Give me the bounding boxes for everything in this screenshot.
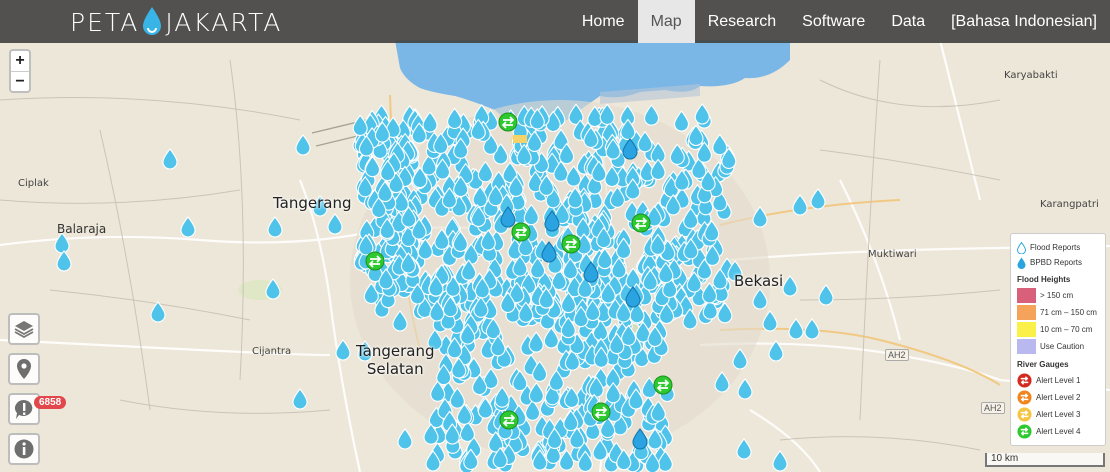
place-tangerang-selatan-line2: Selatan	[366, 360, 424, 378]
river-gauge-marker[interactable]	[561, 234, 581, 254]
river-gauge-marker[interactable]	[498, 112, 518, 132]
legend-height-label: 10 cm – 70 cm	[1040, 325, 1093, 334]
legend-height-row: > 150 cm	[1017, 287, 1099, 304]
brand-text-left: PETA	[70, 7, 140, 37]
nav-map[interactable]: Map	[637, 0, 695, 43]
legend-gauge-label: Alert Level 2	[1036, 393, 1081, 402]
river-gauge-marker[interactable]	[631, 213, 651, 233]
highway-shield-ah2: AH2	[885, 349, 909, 361]
zoom-in-button[interactable]: +	[11, 51, 29, 71]
legend-height-row: Use Caution	[1017, 338, 1099, 355]
legend-height-label: Use Caution	[1040, 342, 1085, 351]
locate-button[interactable]	[8, 353, 40, 385]
report-count-badge: 6858	[34, 396, 67, 409]
bpbd-report-drop-icon	[1017, 257, 1026, 269]
zoom-out-button[interactable]: −	[11, 71, 29, 91]
height-swatch-caution	[1017, 339, 1036, 354]
place-muktiwari: Muktiwari	[868, 249, 917, 260]
layers-icon	[14, 321, 34, 339]
info-icon	[14, 439, 34, 459]
place-bekasi: Bekasi	[734, 272, 784, 290]
map-canvas[interactable]: Karyabakti Ciplak Balaraja Tangerang Kar…	[0, 0, 1110, 472]
river-gauge-marker[interactable]	[591, 402, 611, 422]
legend-gauge-row: Alert Level 3	[1017, 406, 1099, 423]
water-drop-logo-icon	[143, 7, 162, 35]
basemap	[0, 0, 1110, 472]
gauge-alert-1-icon	[1017, 373, 1032, 388]
legend-bpbd-reports: BPBD Reports	[1017, 255, 1099, 270]
river-gauge-marker[interactable]	[365, 251, 385, 271]
legend-gauge-row: Alert Level 2	[1017, 389, 1099, 406]
legend-flood-reports: Flood Reports	[1017, 240, 1099, 255]
nav-software[interactable]: Software	[789, 0, 878, 43]
map-pin-icon	[17, 359, 31, 379]
nav-language[interactable]: [Bahasa Indonesian]	[938, 0, 1110, 43]
flood-area-marker[interactable]	[513, 135, 527, 143]
height-swatch-over-150	[1017, 288, 1036, 303]
zoom-control: + −	[9, 49, 31, 93]
gauge-alert-2-icon	[1017, 390, 1032, 405]
place-cijantra: Cijantra	[252, 346, 292, 357]
place-karyabakti: Karyabakti	[1004, 70, 1058, 81]
height-swatch-10-70	[1017, 322, 1036, 337]
legend-height-row: 71 cm – 150 cm	[1017, 304, 1099, 321]
legend-bpbd-reports-label: BPBD Reports	[1030, 258, 1083, 267]
place-tangerang: Tangerang	[273, 194, 352, 212]
gauge-alert-3-icon	[1017, 407, 1032, 422]
nav-research[interactable]: Research	[695, 0, 789, 43]
legend-gauge-row: Alert Level 1	[1017, 372, 1099, 389]
highway-shield-ah2-east: AH2	[981, 402, 1005, 414]
legend-gauge-label: Alert Level 1	[1036, 376, 1081, 385]
legend-height-row: 10 cm – 70 cm	[1017, 321, 1099, 338]
legend-flood-heights-title: Flood Heights	[1017, 275, 1071, 284]
nav-home[interactable]: Home	[569, 0, 638, 43]
legend-gauge-label: Alert Level 3	[1036, 410, 1081, 419]
height-swatch-71-150	[1017, 305, 1036, 320]
river-gauge-marker[interactable]	[653, 375, 673, 395]
legend-flood-reports-label: Flood Reports	[1030, 243, 1081, 252]
gauge-alert-4-icon	[1017, 424, 1032, 439]
brand-text-right: JAKARTA	[165, 7, 283, 37]
flood-report-drop-icon	[1017, 241, 1026, 254]
place-tangerang-selatan-line1: Tangerang	[356, 342, 435, 360]
river-gauge-marker[interactable]	[511, 222, 531, 242]
legend-height-label: > 150 cm	[1040, 291, 1074, 300]
map-legend: Flood Reports BPBD Reports Flood Heights…	[1010, 233, 1106, 446]
legend-river-gauges-title: River Gauges	[1017, 360, 1069, 369]
place-tangerang-selatan: Tangerang Selatan	[356, 342, 435, 378]
nav-data[interactable]: Data	[878, 0, 938, 43]
report-alert-icon	[15, 400, 33, 419]
place-balaraja: Balaraja	[57, 222, 107, 236]
brand-logo[interactable]: PETA JAKARTA	[70, 7, 282, 37]
legend-gauge-label: Alert Level 4	[1036, 427, 1081, 436]
main-nav: Home Map Research Software Data [Bahasa …	[569, 0, 1110, 43]
place-karangpatri: Karangpatri	[1040, 199, 1099, 210]
river-gauge-marker[interactable]	[499, 410, 519, 430]
legend-height-label: 71 cm – 150 cm	[1040, 308, 1097, 317]
info-button[interactable]	[8, 433, 40, 465]
scale-bar: 10 km	[985, 453, 1105, 467]
navbar: PETA JAKARTA Home Map Research Software …	[0, 0, 1110, 43]
legend-gauge-row: Alert Level 4	[1017, 423, 1099, 440]
place-ciplak: Ciplak	[18, 178, 49, 189]
layers-button[interactable]	[8, 313, 40, 345]
